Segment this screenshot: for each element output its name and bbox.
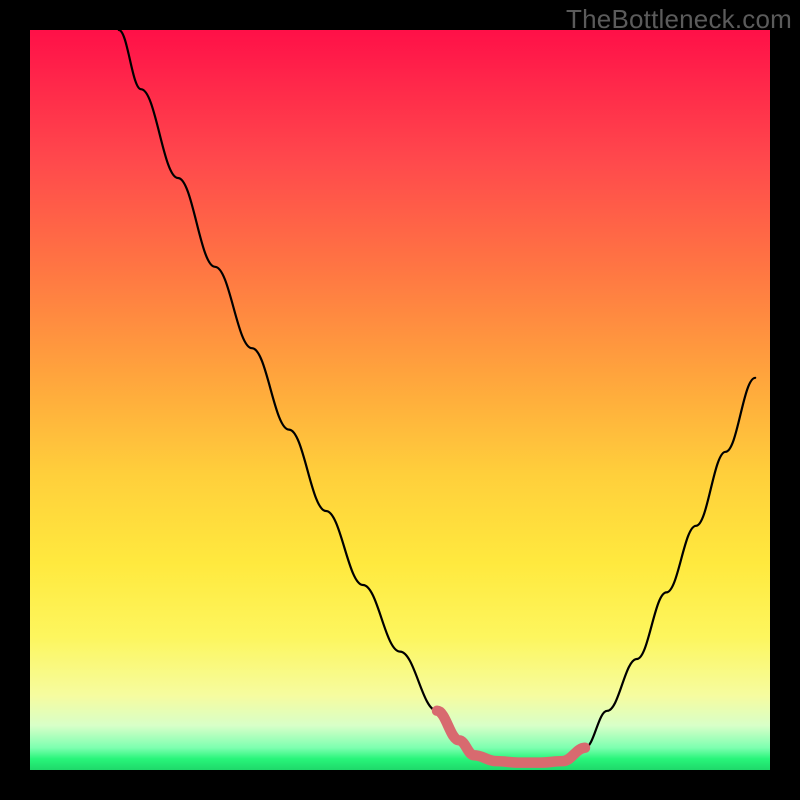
curve-path: [119, 30, 755, 763]
curve-highlight: [437, 711, 585, 763]
bottleneck-curve: [30, 30, 770, 770]
chart-frame: TheBottleneck.com: [0, 0, 800, 800]
